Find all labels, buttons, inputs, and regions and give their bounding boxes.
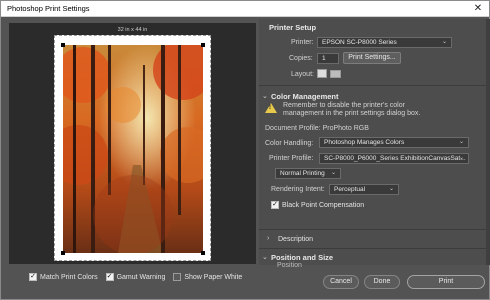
chevron-down-icon: ⌄ xyxy=(458,155,464,161)
printer-label: Printer: xyxy=(291,39,314,46)
preview-options: ✓ Match Print Colors ✓ Gamut Warning Sho… xyxy=(29,271,242,283)
title-bar: Photoshop Print Settings ✕ xyxy=(1,1,489,17)
paper-preview: 32 in x 44 in xyxy=(54,27,211,261)
position-subtitle: Position xyxy=(277,262,302,269)
printer-profile-select[interactable]: SC-P8000_P6000_Series ExhibitionCanvasSa… xyxy=(319,153,469,164)
close-icon[interactable]: ✕ xyxy=(467,1,489,16)
match-print-colors-label: Match Print Colors xyxy=(40,273,98,281)
rendering-intent-select[interactable]: Perceptual ⌄ xyxy=(329,184,399,195)
gamut-warning-checkbox[interactable]: ✓ Gamut Warning xyxy=(105,273,166,281)
resize-handle-bottom-right[interactable] xyxy=(201,251,205,255)
landscape-layout-icon[interactable] xyxy=(330,70,341,78)
copies-label: Copies: xyxy=(289,55,313,62)
rendering-intent-value: Perceptual xyxy=(334,186,366,193)
copies-input[interactable]: 1 xyxy=(317,53,339,64)
position-size-title[interactable]: Position and Size xyxy=(271,253,333,262)
print-settings-button[interactable]: Print Settings... xyxy=(343,52,401,64)
window-title: Photoshop Print Settings xyxy=(7,4,90,13)
resize-handle-top-right[interactable] xyxy=(201,43,205,47)
paper-size-label: 32 in x 44 in xyxy=(117,27,148,33)
document-profile: Document Profile: ProPhoto RGB xyxy=(265,125,369,132)
printer-profile-value: SC-P8000_P6000_Series ExhibitionCanvasSa… xyxy=(324,155,466,162)
match-print-colors-checkbox[interactable]: ✓ Match Print Colors xyxy=(29,273,98,281)
gamut-warning-label: Gamut Warning xyxy=(116,273,166,281)
chevron-down-icon: ⌄ xyxy=(441,39,447,45)
printer-value: EPSON SC-P8000 Series xyxy=(322,39,397,46)
divider xyxy=(259,85,489,86)
print-button[interactable]: Print xyxy=(407,275,485,289)
print-preview: 32 in x 44 in xyxy=(9,23,256,264)
settings-scrollbar[interactable] xyxy=(486,19,490,265)
resize-handle-top-left[interactable] xyxy=(61,43,65,47)
portrait-layout-icon[interactable] xyxy=(317,69,327,78)
settings-panel: Printer Setup Printer: EPSON SC-P8000 Se… xyxy=(259,19,489,269)
print-settings-window: Photoshop Print Settings ✕ 32 in x 44 in xyxy=(0,0,490,300)
resize-handle-bottom-left[interactable] xyxy=(61,251,65,255)
bpc-label: Black Point Compensation xyxy=(282,201,365,209)
chevron-down-icon[interactable]: ⌄ xyxy=(262,253,268,261)
warning-line-2: management in the print settings dialog … xyxy=(283,110,421,117)
black-point-compensation-checkbox[interactable]: ✓ Black Point Compensation xyxy=(271,201,364,209)
layout-label: Layout: xyxy=(291,71,314,78)
checkbox-checked-icon[interactable]: ✓ xyxy=(105,273,114,281)
cancel-button[interactable]: Cancel xyxy=(323,275,359,289)
checkbox-checked-icon[interactable]: ✓ xyxy=(29,273,37,281)
color-management-title[interactable]: Color Management xyxy=(271,92,339,101)
color-handling-label: Color Handling: xyxy=(265,140,314,147)
show-paper-white-checkbox[interactable]: Show Paper White xyxy=(173,273,242,281)
chevron-down-icon: ⌄ xyxy=(388,186,394,192)
chevron-right-icon[interactable]: › xyxy=(267,235,269,242)
done-button[interactable]: Done xyxy=(364,275,400,289)
print-mode-select[interactable]: Normal Printing ⌄ xyxy=(275,168,341,179)
checkbox-unchecked-icon[interactable] xyxy=(173,273,182,281)
divider xyxy=(259,248,489,249)
checkbox-checked-icon[interactable]: ✓ xyxy=(271,201,279,209)
divider xyxy=(259,229,489,230)
printer-setup-title: Printer Setup xyxy=(269,23,317,32)
chevron-down-icon[interactable]: ⌄ xyxy=(262,92,268,100)
print-mode-value: Normal Printing xyxy=(280,170,325,177)
warning-icon: ! xyxy=(265,103,277,113)
rendering-intent-label: Rendering Intent: xyxy=(271,186,325,193)
printer-select[interactable]: EPSON SC-P8000 Series ⌄ xyxy=(317,37,452,48)
description-title[interactable]: Description xyxy=(278,236,313,243)
color-handling-select[interactable]: Photoshop Manages Colors ⌄ xyxy=(319,137,469,148)
chevron-down-icon: ⌄ xyxy=(458,139,464,145)
preview-image[interactable] xyxy=(63,45,203,253)
printer-profile-label: Printer Profile: xyxy=(269,155,314,162)
chevron-down-icon: ⌄ xyxy=(330,170,336,176)
show-paper-white-label: Show Paper White xyxy=(184,273,243,281)
warning-line-1: Remember to disable the printer's color xyxy=(283,102,405,109)
color-handling-value: Photoshop Manages Colors xyxy=(324,139,405,146)
